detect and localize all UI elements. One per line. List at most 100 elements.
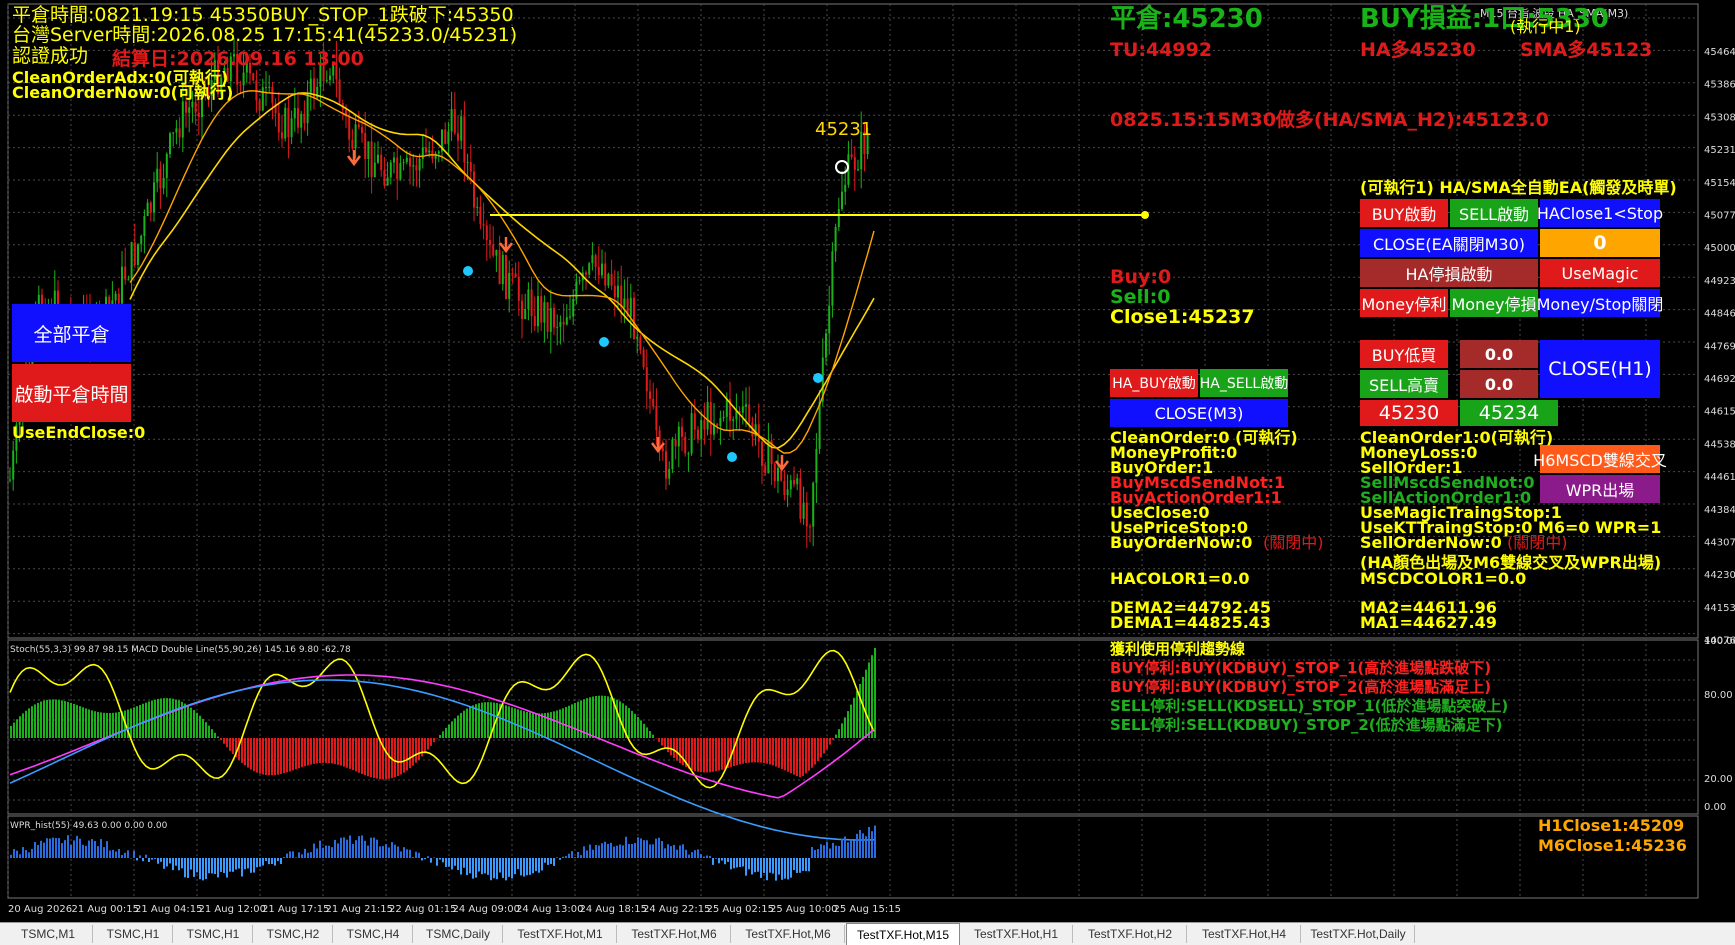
candle-body — [281, 132, 283, 138]
wpr-hist-bar — [253, 858, 255, 873]
candle-body — [636, 337, 638, 339]
wpr-hist-bar — [133, 851, 135, 858]
ha-stop-loss-button[interactable]: HA停損啟動 — [1360, 259, 1538, 287]
osc-tick-label: 100.00 — [1704, 636, 1735, 647]
macd-hist-bar — [169, 698, 171, 738]
macd-hist-bar — [37, 703, 39, 738]
chart-tab[interactable]: TSMC,H4 — [334, 925, 413, 943]
price-tick-label: 44307 — [1704, 538, 1735, 549]
macd-hist-bar — [574, 703, 576, 738]
wpr-hist-bar — [769, 858, 771, 873]
macd-hist-bar — [745, 738, 747, 763]
macd-hist-bar — [352, 738, 354, 770]
wpr-hist-bar — [358, 836, 360, 858]
wpr-hist-bar — [802, 858, 804, 871]
wpr-hist-bar — [55, 838, 57, 858]
macd-hist-bar — [502, 704, 504, 738]
wpr-hist-bar — [388, 847, 390, 858]
candle-body — [483, 224, 485, 225]
dema1-value: DEMA1=44825.43 — [1110, 615, 1271, 631]
money-sl-button[interactable]: Money停損 — [1450, 289, 1538, 317]
wpr-hist-bar — [211, 858, 213, 873]
macd-hist-bar — [640, 720, 642, 738]
close-all-button[interactable]: 全部平倉 — [12, 304, 131, 362]
macd-hist-bar — [577, 702, 579, 738]
chart-tab[interactable]: TSMC,H1 — [174, 925, 253, 943]
wpr-hist-bar — [310, 852, 312, 858]
wpr-hist-bar — [604, 842, 606, 858]
chart-tab[interactable]: TestTXF.Hot,M15 — [846, 923, 960, 945]
wpr-hist-bar — [220, 858, 222, 872]
wpr-hist-bar — [628, 844, 630, 858]
macd-hist-bar — [418, 738, 420, 760]
macd-hist-bar — [823, 738, 825, 753]
chart-tab[interactable]: TestTXF.Hot,Daily — [1302, 925, 1415, 943]
buy-low-value[interactable]: 0.0 — [1460, 340, 1538, 368]
candle-body — [12, 451, 14, 480]
ha-sell-button[interactable]: HA_SELL啟動 — [1200, 369, 1288, 397]
wpr-hist-bar — [799, 858, 801, 873]
sell-high-button[interactable]: SELL高賣 — [1360, 370, 1448, 398]
buy-start-button[interactable]: BUY啟動 — [1360, 199, 1448, 227]
wpr-hist-bar — [307, 853, 309, 858]
use-magic-button[interactable]: UseMagic — [1540, 259, 1660, 287]
wpr-hist-bar — [187, 858, 189, 878]
chart-tab[interactable]: TestTXF.Hot,M6 — [618, 925, 731, 943]
sell-start-button[interactable]: SELL啟動 — [1450, 199, 1538, 227]
chart-tab[interactable]: TSMC,H2 — [254, 925, 333, 943]
candle-body — [828, 306, 830, 334]
macd-hist-bar — [739, 738, 741, 764]
wpr-hist-bar — [244, 858, 246, 869]
buy-low-button[interactable]: BUY低買 — [1360, 340, 1448, 368]
candle-body — [457, 133, 459, 140]
candle-body — [815, 449, 817, 483]
chart-window[interactable]: 4546445386453084523145154450774500044923… — [0, 0, 1735, 944]
chart-tab[interactable]: TestTXF.Hot,M6 — [732, 925, 845, 943]
start-close-time-button[interactable]: 啟動平倉時間 — [12, 364, 131, 422]
macd-hist-bar — [313, 738, 315, 764]
sell-high-value[interactable]: 0.0 — [1460, 370, 1538, 398]
wpr-hist-bar — [595, 845, 597, 858]
candle-body — [470, 162, 472, 171]
candle-body — [639, 337, 641, 350]
macd-cross-button[interactable]: H6MSCD雙線交叉 — [1540, 445, 1660, 473]
macd-hist-bar — [751, 738, 753, 762]
buy-count: Buy:0 — [1110, 268, 1171, 287]
wpr-hist-bar — [478, 858, 480, 871]
chart-tab[interactable]: TestTXF.Hot,M1 — [504, 925, 617, 943]
candle-body — [857, 169, 859, 170]
ha-close-stop-button[interactable]: HAClose1<Stop — [1540, 199, 1660, 227]
chart-tab[interactable]: TestTXF.Hot,H1 — [960, 925, 1073, 943]
sell-count: Sell:0 — [1110, 288, 1170, 307]
wpr-hist-bar — [610, 843, 612, 858]
money-stop-off-button[interactable]: Money/Stop關閉 — [1540, 289, 1660, 317]
wpr-hist-bar — [430, 858, 432, 863]
wpr-hist-bar — [241, 858, 243, 876]
wpr-hist-bar — [112, 850, 114, 858]
close-ea-button[interactable]: CLOSE(EA關閉M30) — [1360, 229, 1538, 257]
chart-tab[interactable]: TestTXF.Hot,H2 — [1074, 925, 1187, 943]
macd-hist-bar — [91, 710, 93, 738]
chart-tab[interactable]: TSMC,H1 — [94, 925, 173, 943]
wpr-hist-bar — [70, 845, 72, 858]
macd-hist-bar — [85, 708, 87, 738]
macd-hist-bar — [376, 738, 378, 779]
candle-body — [553, 308, 555, 327]
candle-body — [415, 165, 417, 170]
macd-hist-bar — [679, 738, 681, 763]
close-h1-button[interactable]: CLOSE(H1) — [1540, 340, 1660, 398]
wpr-hist-bar — [88, 841, 90, 858]
chart-tab[interactable]: TestTXF.Hot,H4 — [1188, 925, 1301, 943]
macd-hist-bar — [664, 738, 666, 749]
macd-hist-bar — [139, 705, 141, 738]
wpr-hist-bar — [829, 849, 831, 858]
money-tp-button[interactable]: Money停利 — [1360, 289, 1448, 317]
close-m3-button[interactable]: CLOSE(M3) — [1110, 399, 1288, 427]
macd-hist-bar — [244, 738, 246, 765]
macd-hist-bar — [253, 738, 255, 771]
wpr-exit-button[interactable]: WPR出場 — [1540, 475, 1660, 503]
ha-buy-button[interactable]: HA_BUY啟動 — [1110, 369, 1198, 397]
chart-tab[interactable]: TSMC,Daily — [414, 925, 503, 943]
wpr-hist-bar — [250, 858, 252, 873]
chart-tab[interactable]: TSMC,M1 — [4, 925, 93, 943]
